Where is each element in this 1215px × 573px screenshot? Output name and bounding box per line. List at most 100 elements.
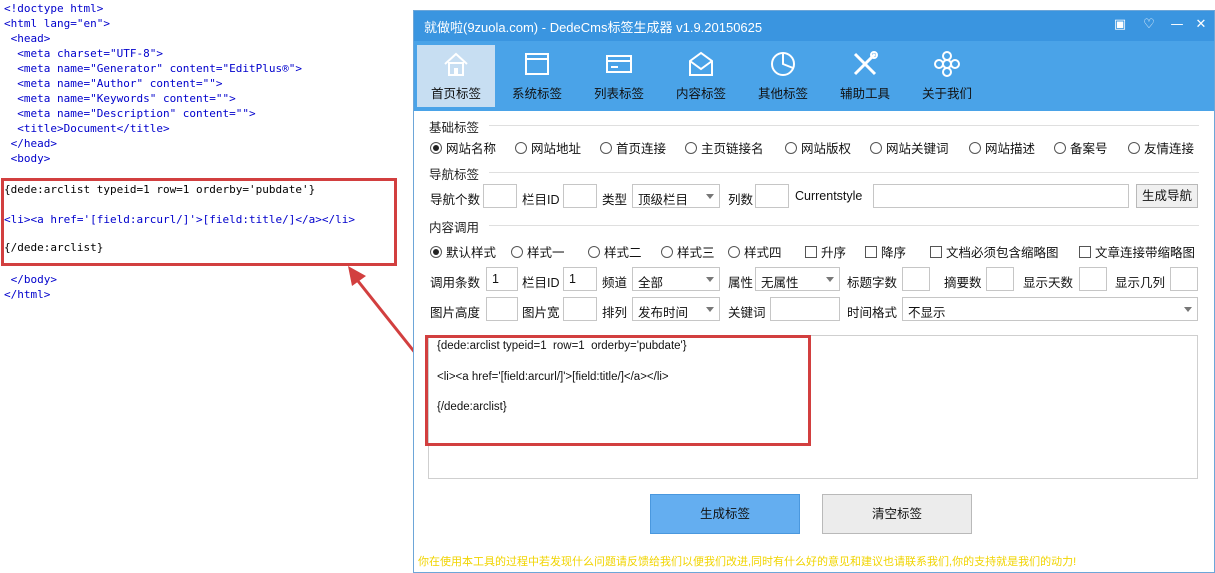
section-divider — [489, 172, 1199, 173]
chevron-down-icon — [706, 277, 714, 282]
code-line: <meta name="Keywords" content=""> — [4, 92, 236, 105]
cols-input[interactable] — [1170, 267, 1198, 291]
restore-icon[interactable]: ▣ — [1109, 15, 1131, 35]
title-bar: 就做啦(9zuola.com) - DedeCms标签生成器 v1.9.2015… — [414, 11, 1214, 41]
checkbox-descending[interactable]: 降序 — [865, 242, 906, 261]
radio-home-link-name[interactable]: 主页链接名 — [685, 138, 764, 157]
radio-style-1[interactable]: 样式一 — [511, 242, 565, 261]
currentstyle-label: Currentstyle — [795, 189, 863, 203]
keyword-label: 关键词 — [728, 306, 766, 320]
days-input[interactable] — [1079, 267, 1107, 291]
section-divider — [489, 225, 1199, 226]
radio-style-3[interactable]: 样式三 — [661, 242, 715, 261]
img-width-label: 图片宽 — [522, 306, 560, 320]
img-height-input[interactable] — [486, 297, 518, 321]
img-width-input[interactable] — [563, 297, 597, 321]
code-line: </head> — [4, 137, 57, 150]
radio-site-name[interactable]: 网站名称 — [430, 138, 496, 157]
count-input[interactable]: 1 — [486, 267, 518, 291]
tab-home-tags[interactable]: 首页标签 — [417, 45, 495, 107]
column-id-input[interactable]: 1 — [563, 267, 597, 291]
summary-input[interactable] — [986, 267, 1014, 291]
tab-helper-tools[interactable]: 辅助工具 — [826, 45, 904, 107]
nav-column-id-input[interactable] — [563, 184, 597, 208]
tab-label: 列表标签 — [593, 87, 644, 101]
radio-home-link[interactable]: 首页连接 — [600, 138, 666, 157]
currentstyle-input[interactable] — [873, 184, 1129, 208]
tab-other-tags[interactable]: 其他标签 — [744, 45, 822, 107]
nav-columns-label: 列数 — [728, 193, 754, 207]
radio-icp[interactable]: 备案号 — [1054, 138, 1108, 157]
keyword-input[interactable] — [770, 297, 840, 321]
days-label: 显示天数 — [1023, 276, 1074, 290]
tab-label: 首页标签 — [430, 87, 481, 101]
summary-label: 摘要数 — [944, 276, 982, 290]
code-line: <head> — [4, 32, 51, 45]
title-length-input[interactable] — [902, 267, 930, 291]
code-line: </html> — [4, 288, 51, 301]
radio-site-url[interactable]: 网站地址 — [515, 138, 581, 157]
channel-select[interactable]: 全部 — [632, 267, 720, 291]
count-label: 调用条数 — [430, 276, 481, 290]
section-title-content: 内容调用 — [429, 221, 480, 235]
radio-keywords[interactable]: 网站关键词 — [870, 138, 949, 157]
tab-label: 系统标签 — [511, 87, 562, 101]
flower-icon — [934, 51, 960, 77]
checkbox-ascending[interactable]: 升序 — [805, 242, 846, 261]
radio-style-default[interactable]: 默认样式 — [430, 242, 496, 261]
chevron-down-icon — [706, 194, 714, 199]
nav-count-input[interactable] — [483, 184, 517, 208]
radio-style-2[interactable]: 样式二 — [588, 242, 642, 261]
code-line: <html lang="en"> — [4, 17, 110, 30]
tag-generator-window: 就做啦(9zuola.com) - DedeCms标签生成器 v1.9.2015… — [413, 10, 1215, 573]
window-icon — [525, 53, 549, 75]
tab-system-tags[interactable]: 系统标签 — [498, 45, 576, 107]
content-panel: 基础标签 网站名称 网站地址 首页连接 主页链接名 网站版权 网站关键词 网站描… — [414, 111, 1214, 573]
section-title-nav: 导航标签 — [429, 168, 480, 182]
close-icon[interactable]: ✕ — [1190, 15, 1212, 35]
radio-description[interactable]: 网站描述 — [969, 138, 1035, 157]
code-line: <meta name="Description" content=""> — [4, 107, 256, 120]
code-line: <!doctype html> — [4, 2, 104, 15]
code-line: <body> — [4, 152, 51, 165]
img-height-label: 图片高度 — [430, 306, 481, 320]
tab-content-tags[interactable]: 内容标签 — [662, 45, 740, 107]
nav-type-label: 类型 — [602, 193, 628, 207]
heart-icon[interactable]: ♡ — [1138, 15, 1160, 35]
card-icon — [606, 55, 632, 73]
minimize-icon[interactable]: — — [1166, 15, 1188, 35]
checkbox-link-thumb[interactable]: 文章连接带缩略图 — [1079, 242, 1195, 261]
time-format-label: 时间格式 — [847, 306, 898, 320]
code-line: <meta name="Author" content=""> — [4, 77, 223, 90]
generate-nav-button[interactable]: 生成导航 — [1136, 184, 1198, 208]
chevron-down-icon — [706, 307, 714, 312]
window-title: 就做啦(9zuola.com) - DedeCms标签生成器 v1.9.2015… — [424, 20, 763, 35]
tab-label: 其他标签 — [757, 87, 808, 101]
code-line: <title>Document</title> — [4, 122, 170, 135]
home-icon — [444, 52, 468, 76]
tab-label: 辅助工具 — [839, 87, 890, 101]
checkbox-require-thumb[interactable]: 文档必须包含缩略图 — [930, 242, 1059, 261]
generate-tag-button[interactable]: 生成标签 — [650, 494, 800, 534]
pie-icon — [771, 52, 795, 76]
code-line: <meta name="Generator" content="EditPlus… — [4, 62, 303, 75]
nav-type-select[interactable]: 顶级栏目 — [632, 184, 720, 208]
radio-style-4[interactable]: 样式四 — [728, 242, 782, 261]
highlight-box-output — [425, 335, 811, 446]
attr-select[interactable]: 无属性 — [755, 267, 840, 291]
time-format-select[interactable]: 不显示 — [902, 297, 1198, 321]
attr-label: 属性 — [728, 276, 754, 290]
tab-list-tags[interactable]: 列表标签 — [580, 45, 658, 107]
order-label: 排列 — [602, 306, 628, 320]
order-select[interactable]: 发布时间 — [632, 297, 720, 321]
code-line: <meta charset="UTF-8"> — [4, 47, 163, 60]
section-divider — [489, 125, 1199, 126]
channel-label: 频道 — [602, 276, 628, 290]
clear-tag-button[interactable]: 清空标签 — [822, 494, 972, 534]
radio-friend-links[interactable]: 友情连接 — [1128, 138, 1194, 157]
tab-about-us[interactable]: 关于我们 — [908, 45, 986, 107]
nav-columns-input[interactable] — [755, 184, 789, 208]
main-toolbar: 首页标签 系统标签 列表标签 内容标签 其他标签 辅助工具 关于我们 — [414, 41, 1214, 111]
cols-label: 显示几列 — [1115, 276, 1166, 290]
radio-copyright[interactable]: 网站版权 — [785, 138, 851, 157]
